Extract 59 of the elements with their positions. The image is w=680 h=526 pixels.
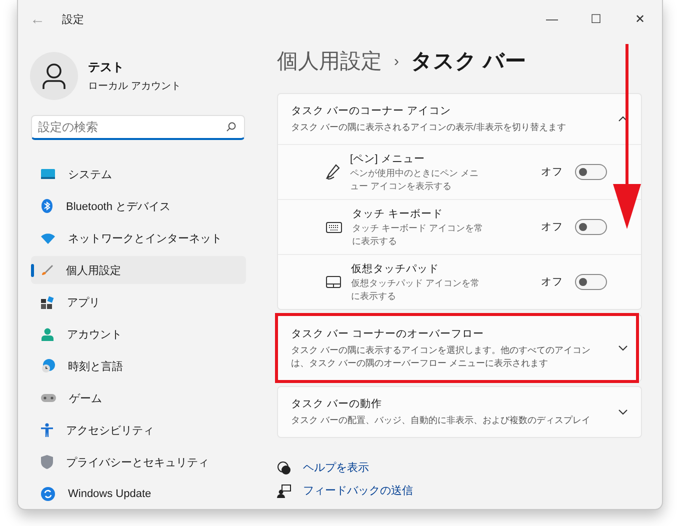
keyboard-icon [326,222,342,233]
user-name: テスト [88,59,125,76]
update-icon [41,487,55,501]
accessibility-icon [41,423,53,437]
setting-title: タッチ キーボード [352,206,444,221]
setting-description: 仮想タッチパッド アイコンを常に表示する [351,276,481,302]
person-icon [41,328,54,340]
search-icon [226,122,236,132]
toggle-state-label: オフ [541,220,563,234]
sidebar-item[interactable]: ネットワークとインターネット [31,224,246,252]
section-description: タスク バーの配置、バッジ、自動的に非表示、および複数のディスプレイ [291,414,592,428]
pen-icon [326,164,340,180]
sidebar-item[interactable]: システム [31,160,246,188]
sidebar-item[interactable]: アプリ [31,288,246,316]
setting-description: ペンが使用中のときにペン メニュー アイコンを表示する [350,166,480,192]
section-title: タスク バー コーナーのオーバーフロー [291,326,485,340]
sidebar-item[interactable]: アクセシビリティ [31,416,246,444]
toggle-switch[interactable] [575,164,607,180]
close-button[interactable]: ✕ [618,4,662,34]
toggle-state-label: オフ [541,275,563,290]
gamepad-icon [41,393,56,403]
toggle-state-label: オフ [541,165,563,180]
page-title: タスク バー [411,49,526,75]
sidebar-item[interactable]: 時刻と言語 [31,352,246,380]
section-description: タスク バーの隅に表示するアイコンを選択します。他のすべてのアイコンは、タスク バーの隅のオーバーフロー メニューに表示されます [291,344,592,370]
touchpad-icon [326,276,341,288]
setting-description: タッチ キーボード アイコンを常に表示する [352,222,484,248]
setting-title: 仮想タッチパッド [351,262,440,276]
wifi-icon [41,232,55,244]
section-title: タスク バーのコーナー アイコン [291,104,452,118]
sidebar-item[interactable]: Windows Update [31,480,246,508]
feedback-icon [277,484,291,498]
maximize-button[interactable]: ☐ [574,4,618,34]
setting-title: [ペン] メニュー [350,152,426,166]
search-field[interactable]: 設定の検索 [31,115,245,140]
sidebar-item[interactable]: プライバシーとセキュリティ [31,448,246,476]
window-title: 設定 [62,12,84,26]
sidebar-item[interactable]: Bluetooth とデバイス [31,192,246,220]
apps-icon [41,296,54,308]
sidebar-item[interactable]: 個人用設定 [31,256,246,284]
account-type: ローカル アカウント [88,80,181,93]
person-icon [42,63,66,89]
help-link[interactable]: ヘルプを表示 [303,460,369,476]
bluetooth-icon [41,199,53,213]
globe-clock-icon [41,359,55,373]
minimize-button[interactable]: — [530,4,574,34]
toggle-switch[interactable] [575,219,607,236]
breadcrumb-separator: › [394,52,399,70]
breadcrumb-link[interactable]: 個人用設定 [277,47,382,75]
monitor-icon [41,168,55,180]
brush-icon [41,264,53,276]
help-icon [277,460,291,475]
sidebar-item[interactable]: ゲーム [31,384,246,412]
section-description: タスク バーの隅に表示されるアイコンの表示/非表示を切り替えます [291,121,568,134]
help-link[interactable]: フィードバックの送信 [303,483,413,498]
toggle-switch[interactable] [575,274,607,290]
sidebar-item[interactable]: アカウント [31,320,246,348]
shield-icon [41,455,53,469]
section-title: タスク バーの動作 [291,397,383,412]
